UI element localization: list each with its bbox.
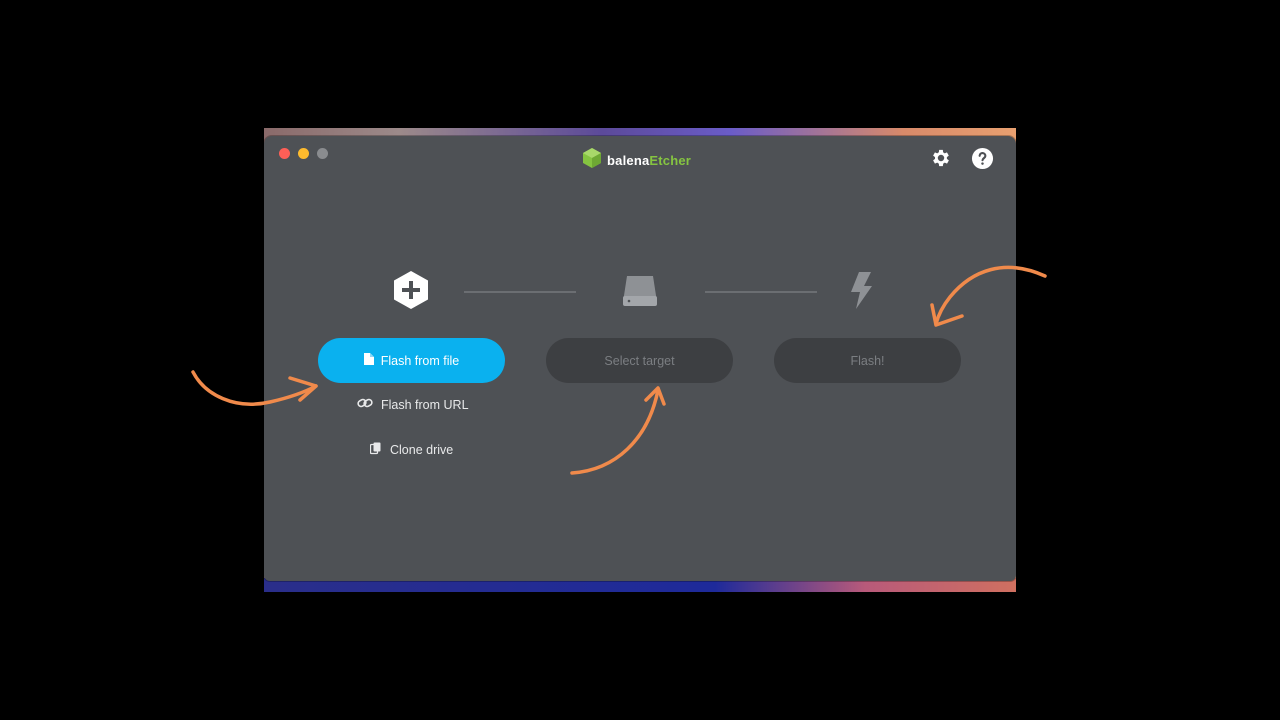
lightning-icon <box>845 270 875 314</box>
step-source-icon <box>392 270 430 314</box>
question-mark-icon <box>971 147 994 174</box>
app-name-part2: Etcher <box>649 152 692 168</box>
drive-icon <box>621 270 659 314</box>
app-name-part1: balena <box>607 152 650 168</box>
clone-drive-label: Clone drive <box>390 443 454 457</box>
window-close-button[interactable] <box>279 148 290 159</box>
flash-from-file-label: Flash from file <box>380 353 460 368</box>
flash-from-url-link[interactable]: Flash from URL <box>357 397 469 412</box>
gear-icon <box>930 147 952 173</box>
plus-hexagon-icon <box>392 270 430 314</box>
step-connector-1 <box>464 291 576 293</box>
flash-button[interactable]: Flash! <box>774 338 961 383</box>
file-icon <box>363 353 374 368</box>
select-target-button[interactable]: Select target <box>546 338 733 383</box>
step-target-icon <box>621 272 659 312</box>
window-minimize-button[interactable] <box>298 148 309 159</box>
app-name: balenaEtcher <box>607 153 691 168</box>
flash-label: Flash! <box>850 353 885 368</box>
clone-drive-link[interactable]: Clone drive <box>369 442 454 458</box>
flash-from-file-button[interactable]: Flash from file <box>318 338 505 383</box>
app-logo: balenaEtcher <box>582 147 691 173</box>
copy-icon <box>369 442 382 458</box>
settings-button[interactable] <box>929 148 953 172</box>
select-target-label: Select target <box>604 353 675 368</box>
link-icon <box>357 397 373 412</box>
cube-logo-icon <box>582 147 602 173</box>
help-button[interactable] <box>970 147 994 174</box>
etcher-window: balenaEtcher Flash from file Select targ… <box>264 136 1016 581</box>
step-flash-icon <box>845 272 875 312</box>
step-connector-2 <box>705 291 817 293</box>
window-maximize-button[interactable] <box>317 148 328 159</box>
flash-from-url-label: Flash from URL <box>381 397 469 412</box>
